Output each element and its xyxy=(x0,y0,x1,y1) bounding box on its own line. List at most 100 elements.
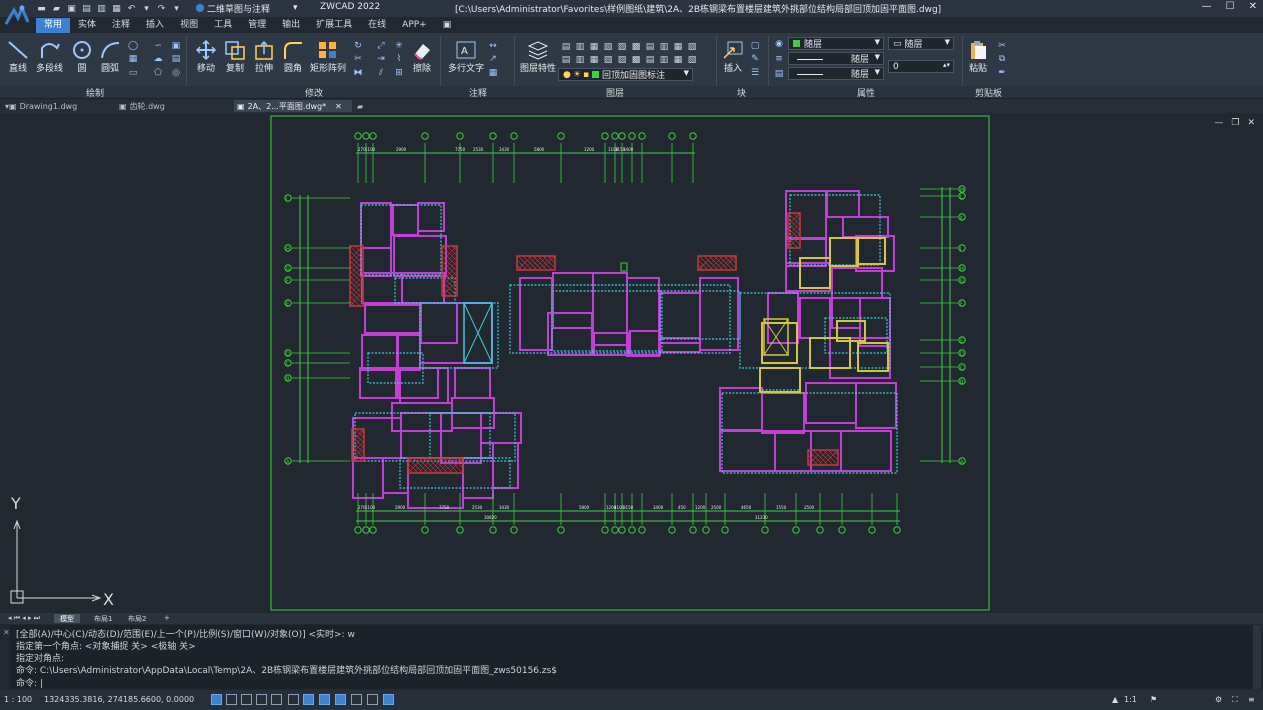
current-layer-select[interactable]: ● ☀ ▪ 回顶加固图标注 ▼ xyxy=(558,68,693,81)
minimize-icon[interactable]: — xyxy=(1202,1,1212,12)
layer-freeze-icon[interactable]: ▦ xyxy=(588,41,600,52)
layer-merge-icon[interactable]: ▥ xyxy=(658,54,670,65)
dynamic-ucs-toggle-icon[interactable] xyxy=(303,694,314,705)
print-icon[interactable]: ▥ xyxy=(96,3,107,14)
polygon-icon[interactable]: ⬠ xyxy=(152,67,164,78)
annotation-scale[interactable]: 1:1 xyxy=(1124,695,1137,704)
minimize-drawing-icon[interactable]: — xyxy=(1214,118,1223,128)
create-block-icon[interactable]: ▢ xyxy=(749,40,761,51)
command-window[interactable]: [全部(A)/中心(C)/动态(D)/范围(E)/上一个(P)/比例(S)/窗口… xyxy=(10,625,1253,689)
copy-clip-icon[interactable]: ⧉ xyxy=(996,53,1008,64)
close-drawing-icon[interactable]: ✕ xyxy=(1247,118,1255,128)
doc-tab-drawing1[interactable]: ▾▣ Drawing1.dwg xyxy=(2,100,80,112)
leader-icon[interactable]: ↗ xyxy=(487,53,499,64)
edit-block-icon[interactable]: ✎ xyxy=(749,53,761,64)
layer-iso-icon[interactable]: ▤ xyxy=(560,54,572,65)
ortho-toggle-icon[interactable] xyxy=(241,694,252,705)
workspace-gear-icon[interactable]: ⚙ xyxy=(1215,695,1222,704)
layer-match-icon[interactable]: ▨ xyxy=(616,41,628,52)
tab-solid[interactable]: 实体 xyxy=(70,18,104,33)
lineweight-toggle-icon[interactable] xyxy=(335,694,346,705)
layer-lock-icon[interactable]: ▧ xyxy=(602,54,614,65)
match-format-icon[interactable]: ✒ xyxy=(996,67,1008,78)
transparency-input[interactable]: 0 ▴▾ xyxy=(888,60,954,73)
explode-icon[interactable]: ✳ xyxy=(393,40,405,51)
layer-delete-icon[interactable]: ▦ xyxy=(672,54,684,65)
linear-dimension-icon[interactable]: ↔ xyxy=(487,40,499,51)
command-input[interactable]: 命令: | xyxy=(16,676,43,689)
copy-button[interactable]: 复制 xyxy=(223,39,247,74)
insert-block-button[interactable]: 插入 xyxy=(721,39,745,74)
linetype-icon[interactable]: ≡ xyxy=(773,53,785,64)
transparency-toggle-icon[interactable] xyxy=(351,694,362,705)
layer-state-icon[interactable]: ▧ xyxy=(686,54,698,65)
circle-button[interactable]: 圆 xyxy=(70,39,94,74)
layout-nav-icons[interactable]: ◂ ⏮ ◂ ▸ ⏭ xyxy=(2,614,46,623)
lineweight-select[interactable]: 随层 ▼ xyxy=(788,67,884,80)
tab-view[interactable]: 视图 xyxy=(172,18,206,33)
layer-prev-icon[interactable]: ▩ xyxy=(630,54,642,65)
snap-toggle-icon[interactable] xyxy=(226,694,237,705)
polyline-button[interactable]: 多段线 xyxy=(36,39,63,74)
hatch-icon[interactable]: ▦ xyxy=(127,53,139,64)
offset-icon[interactable]: ⫽ xyxy=(375,67,387,78)
tab-model[interactable]: 模型 xyxy=(54,614,80,623)
layer-state-icon[interactable]: ▧ xyxy=(686,41,698,52)
dynamic-input-toggle-icon[interactable] xyxy=(319,694,330,705)
layer-freeze-icon[interactable]: ▦ xyxy=(588,54,600,65)
viewport-scale[interactable]: 1 : 100 xyxy=(4,695,32,704)
save-as-icon[interactable]: ▤ xyxy=(81,3,92,14)
maximize-icon[interactable]: ☐ xyxy=(1226,1,1235,12)
move-button[interactable]: 移动 xyxy=(194,39,218,74)
donut-icon[interactable]: ◎ xyxy=(170,67,182,78)
tab-manage[interactable]: 管理 xyxy=(240,18,274,33)
dropdown-arrow-icon[interactable]: ▾ xyxy=(141,3,152,14)
annotation-monitor-icon[interactable] xyxy=(383,694,394,705)
doc-tab-gear[interactable]: ▣ 齿轮.dwg xyxy=(116,100,168,112)
layer-iso-icon[interactable]: ▤ xyxy=(560,41,572,52)
linetype-select[interactable]: 随层 ▼ xyxy=(788,52,884,65)
open-folder-icon[interactable]: ▰ xyxy=(51,3,62,14)
selection-cycle-icon[interactable] xyxy=(367,694,378,705)
mirror-icon[interactable]: ⧓ xyxy=(352,67,364,78)
close-tab-icon[interactable]: ✕ xyxy=(335,102,342,111)
tab-tools[interactable]: 工具 xyxy=(206,18,240,33)
tab-layout1[interactable]: 布局1 xyxy=(88,614,118,623)
revcloud-icon[interactable]: ☁ xyxy=(152,53,164,64)
new-tab-icon[interactable]: ▰ xyxy=(354,100,366,112)
doc-tab-active[interactable]: ▣ 2A、2...平面图.dwg* ✕ xyxy=(234,100,352,112)
color-select[interactable]: 随层 ▼ xyxy=(788,37,884,50)
undo-icon[interactable]: ↶ xyxy=(126,3,137,14)
lineweight-icon[interactable]: ▤ xyxy=(773,68,785,79)
add-layout-button[interactable]: + xyxy=(158,614,176,623)
restore-drawing-icon[interactable]: ❐ xyxy=(1231,118,1239,128)
rect-array-button[interactable]: 矩形阵列 xyxy=(310,39,346,74)
region-icon[interactable]: ▣ xyxy=(170,40,182,51)
drawing-viewport[interactable]: 270 1100 2900 7750 2530 3430 5800 1200 110031503… xyxy=(0,113,1263,613)
stretch-button[interactable]: 拉伸 xyxy=(252,39,276,74)
tab-insert[interactable]: 插入 xyxy=(138,18,172,33)
join-icon[interactable]: ⊞ xyxy=(393,67,405,78)
layer-off-icon[interactable]: ▥ xyxy=(574,41,586,52)
redo-icon[interactable]: ↷ xyxy=(156,3,167,14)
plot-preview-icon[interactable]: ▦ xyxy=(111,3,122,14)
command-close-icon[interactable]: ✕ xyxy=(3,628,10,637)
paste-button[interactable]: 粘贴 xyxy=(966,39,990,74)
command-scrollbar[interactable] xyxy=(1253,625,1261,689)
extend-icon[interactable]: ⇥ xyxy=(375,53,387,64)
fullscreen-icon[interactable]: ⛶ xyxy=(1232,695,1238,705)
trim-icon[interactable]: ✂ xyxy=(352,53,364,64)
cut-icon[interactable]: ✂ xyxy=(996,40,1008,51)
dropdown-arrow-icon[interactable]: ▾ xyxy=(171,3,182,14)
close-icon[interactable]: ✕ xyxy=(1249,1,1257,12)
tab-home[interactable]: 常用 xyxy=(36,18,71,33)
drawing-canvas[interactable]: 270 1100 2900 7750 2530 3430 5800 1200 1100 3150 3… xyxy=(0,113,1263,613)
layer-delete-icon[interactable]: ▦ xyxy=(672,41,684,52)
tab-online[interactable]: 在线 xyxy=(360,18,394,33)
arc-button[interactable]: 圆弧 xyxy=(98,39,122,74)
layer-walk-icon[interactable]: ▤ xyxy=(644,41,656,52)
tab-layout2[interactable]: 布局2 xyxy=(122,614,152,623)
fillet-button[interactable]: 圆角 xyxy=(281,39,305,74)
tab-app-plus[interactable]: APP+ xyxy=(394,18,435,33)
workspace-select[interactable]: 二维草图与注释 ▾ xyxy=(196,1,304,15)
